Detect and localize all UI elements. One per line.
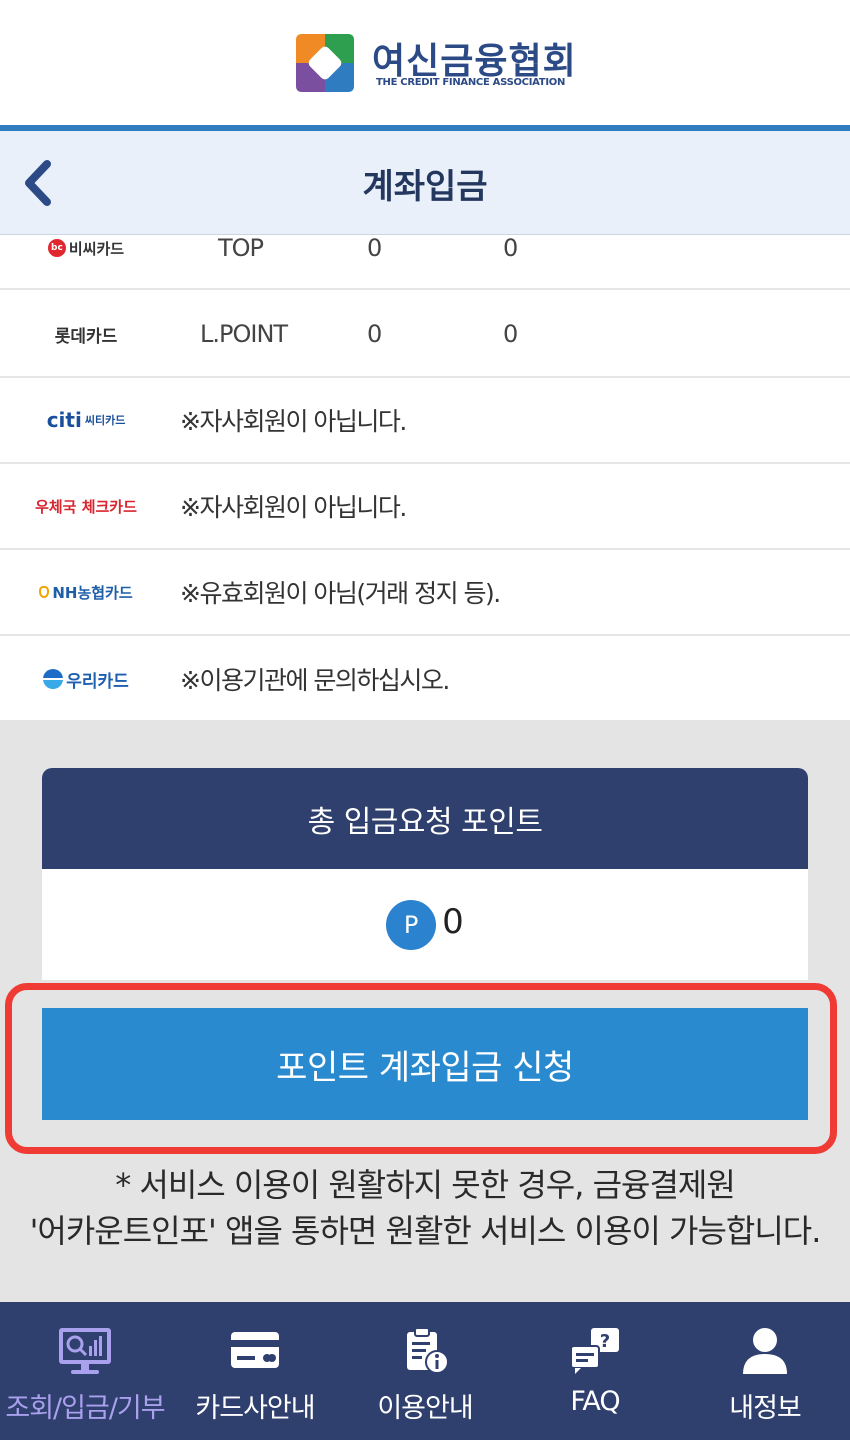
- bc-card-icon: bc: [47, 239, 66, 257]
- woori-card-logo: 우리카드: [0, 636, 172, 720]
- total-points-heading: 총 입금요청 포인트: [42, 768, 808, 869]
- logo-bar: 여신금융협회 THE CREDIT FINANCE ASSOCIATION: [0, 0, 850, 126]
- question-chat-icon: ?: [570, 1328, 619, 1374]
- nav-item-my-info[interactable]: 내정보: [680, 1302, 850, 1440]
- nav-label: 조회/입금/기부: [5, 1393, 165, 1424]
- notice-line-1: * 서비스 이용이 원활하지 못한 경우, 금융결제원: [115, 1166, 736, 1204]
- table-row: NH농협카드 ※유효회원이 아님(거래 정지 등).: [0, 550, 850, 636]
- point-value: 0: [503, 320, 518, 348]
- point-value: 0: [503, 236, 518, 262]
- nav-label: 카드사안내: [195, 1393, 315, 1424]
- nav-item-card-companies[interactable]: 카드사안내: [170, 1302, 340, 1440]
- user-icon: [743, 1328, 787, 1374]
- point-icon: P: [386, 899, 437, 950]
- woori-logo-icon: [43, 669, 64, 689]
- total-points-box: 총 입금요청 포인트 P 0: [42, 768, 808, 980]
- page-title: 계좌입금: [362, 167, 488, 207]
- svg-text:?: ?: [600, 1331, 610, 1352]
- nav-item-guide[interactable]: 이용안내: [340, 1302, 510, 1440]
- status-message: ※이용기관에 문의하십시오.: [180, 666, 450, 695]
- page: 여신금융협회 THE CREDIT FINANCE ASSOCIATION 계좌…: [0, 0, 850, 1440]
- citi-card-logo: citi 씨티카드: [46, 408, 126, 432]
- point-value: 0: [367, 320, 382, 348]
- nav-item-inquiry[interactable]: 조회/입금/기부: [0, 1302, 170, 1440]
- nav-label: 이용안내: [377, 1393, 473, 1424]
- association-logo-icon: [292, 30, 358, 96]
- status-message: ※자사회원이 아닙니다.: [180, 493, 407, 522]
- page-header: 계좌입금: [0, 131, 850, 235]
- total-points-value: 0: [442, 901, 464, 942]
- table-row: 우리카드 ※이용기관에 문의하십시오.: [0, 636, 850, 720]
- table-row: 롯데카드 L.POINT 0 0: [0, 292, 850, 378]
- post-check-card-logo: 우체국 체크카드: [35, 497, 137, 516]
- status-message: ※자사회원이 아닙니다.: [180, 407, 407, 436]
- logo-subtitle: THE CREDIT FINANCE ASSOCIATION: [376, 77, 566, 88]
- nh-card-logo: NH농협카드: [0, 550, 172, 634]
- bottom-nav: 조회/입금/기부 카드사안내 이용안내 ? FAQ 내정보: [0, 1302, 850, 1440]
- nav-item-faq[interactable]: ? FAQ: [510, 1302, 680, 1440]
- nav-label: FAQ: [570, 1386, 620, 1417]
- clipboard-info-icon: [407, 1327, 449, 1374]
- table-row: 우체국 체크카드 ※자사회원이 아닙니다.: [0, 464, 850, 550]
- apply-deposit-button[interactable]: 포인트 계좌입금 신청: [42, 1008, 808, 1120]
- table-row: bc 비씨카드 TOP 0 0: [0, 236, 850, 290]
- notice-line-2: '어카운트인포' 앱을 통하면 원활한 서비스 이용이 가능합니다.: [29, 1212, 822, 1250]
- bc-card-logo: bc 비씨카드: [0, 236, 172, 288]
- status-message: ※유효회원이 아님(거래 정지 등).: [180, 579, 501, 608]
- point-value: 0: [367, 236, 382, 262]
- chart-monitor-icon: [59, 1328, 111, 1374]
- nav-label: 내정보: [729, 1393, 802, 1424]
- point-name: L.POINT: [200, 320, 288, 348]
- credit-card-icon: [231, 1332, 279, 1368]
- card-point-list: bc 비씨카드 TOP 0 0 롯데카드 L.POINT 0 0 citi 씨티…: [0, 236, 850, 720]
- point-name: TOP: [218, 236, 264, 262]
- lotte-card-logo: 롯데카드: [54, 326, 118, 347]
- total-points-body: P 0: [42, 869, 808, 980]
- service-notice: * 서비스 이용이 원활하지 못한 경우, 금융결제원 '어카운트인포' 앱을 …: [0, 1162, 850, 1254]
- table-row: citi 씨티카드 ※자사회원이 아닙니다.: [0, 378, 850, 464]
- nh-leaf-icon: [39, 586, 50, 598]
